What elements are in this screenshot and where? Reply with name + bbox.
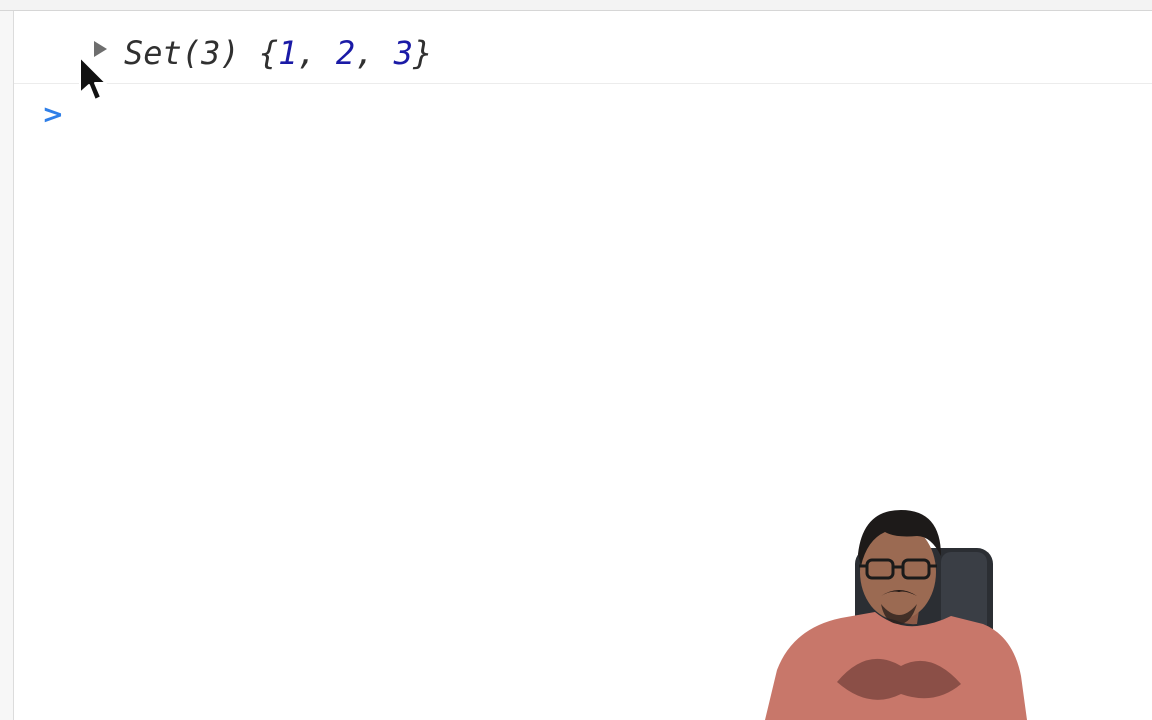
set-value-1: 1 xyxy=(278,34,298,72)
console-top-toolbar xyxy=(0,0,1152,11)
webcam-presenter-overlay xyxy=(765,510,1027,720)
set-value-2: 2 xyxy=(335,34,356,72)
prompt-chevron-icon: > xyxy=(42,100,64,130)
devtools-console-screen: Set(3) {1, 2, 3} > xyxy=(0,0,1152,720)
set-value-3: 3 xyxy=(393,34,413,72)
console-left-gutter xyxy=(0,11,14,720)
set-separator-1: , xyxy=(297,34,336,72)
set-object-preview[interactable]: Set(3) {1, 2, 3} xyxy=(124,33,432,73)
set-separator-2: , xyxy=(355,34,394,72)
set-closing-brace: } xyxy=(412,34,433,72)
console-input[interactable] xyxy=(74,99,1134,129)
mouse-pointer-icon xyxy=(79,56,107,101)
set-label: Set(3) { xyxy=(124,34,279,72)
console-prompt-row[interactable]: > xyxy=(14,97,1152,133)
console-log-entry[interactable]: Set(3) {1, 2, 3} xyxy=(14,11,1152,84)
